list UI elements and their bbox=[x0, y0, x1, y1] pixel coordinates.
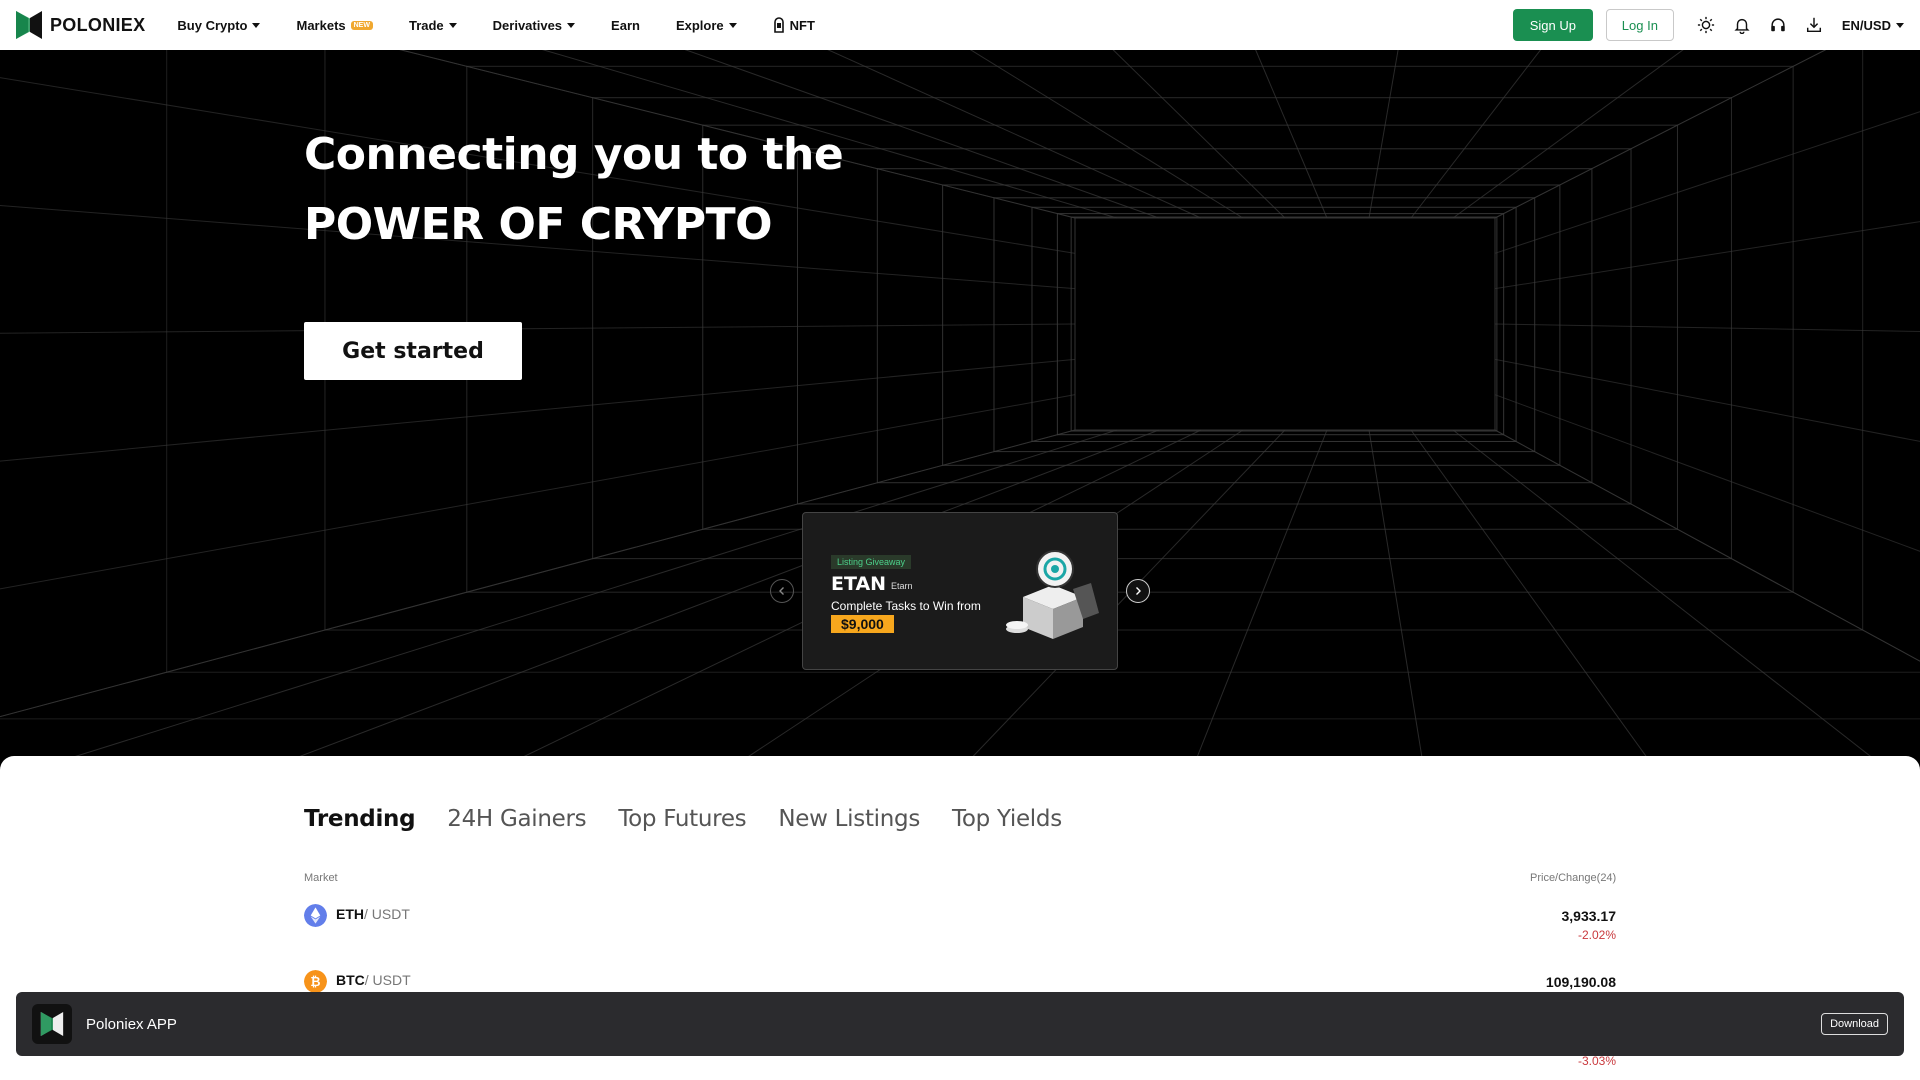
nav-trade[interactable]: Trade bbox=[409, 18, 457, 33]
pair-change: -3.03% bbox=[1577, 1054, 1616, 1068]
tab-top-yields[interactable]: Top Yields bbox=[952, 806, 1062, 832]
pair-change: -2.02% bbox=[1577, 928, 1616, 942]
hero-title-line1: Connecting you to the bbox=[304, 129, 844, 180]
get-started-button[interactable]: Get started bbox=[304, 322, 522, 380]
nav-markets[interactable]: Markets NEW bbox=[296, 17, 373, 33]
caret-down-icon bbox=[252, 22, 261, 28]
download-app-button[interactable] bbox=[1796, 9, 1832, 41]
pair-quote: / USDT bbox=[364, 906, 410, 922]
app-download-button[interactable]: Download bbox=[1821, 1013, 1888, 1035]
download-icon bbox=[1806, 17, 1821, 33]
headset-icon bbox=[1771, 18, 1785, 32]
caret-down-icon bbox=[448, 22, 457, 28]
nav-nft[interactable]: NFT bbox=[773, 17, 815, 33]
pair-base: ETH bbox=[336, 906, 364, 922]
banner-desc: Complete Tasks to Win from bbox=[831, 599, 981, 613]
banner-token-sub: Etarn bbox=[891, 581, 913, 591]
nav-derivatives[interactable]: Derivatives bbox=[492, 17, 576, 33]
sun-icon bbox=[1697, 16, 1714, 34]
chevron-right-icon bbox=[1136, 587, 1141, 595]
log-in-button[interactable]: Log In bbox=[1605, 9, 1674, 41]
carousel-next-button[interactable] bbox=[1126, 579, 1150, 603]
lang-label: EN/USD bbox=[1841, 17, 1891, 33]
app-name: Poloniex APP bbox=[86, 1015, 177, 1033]
poloniex-logo-icon bbox=[40, 1012, 64, 1036]
top-navbar: POLONIEX Buy Crypto Markets NEW Trade Der… bbox=[0, 0, 1920, 50]
nav-explore[interactable]: Explore bbox=[676, 18, 737, 33]
theme-toggle-button[interactable] bbox=[1688, 9, 1724, 41]
nft-icon bbox=[773, 17, 784, 33]
nav-label: NFT bbox=[789, 17, 815, 33]
nav-label: Explore bbox=[675, 17, 724, 33]
brand-logo[interactable]: POLONIEX bbox=[16, 11, 145, 39]
banner-box-illustration-icon bbox=[1006, 550, 1099, 639]
nav-label: Derivatives bbox=[492, 17, 563, 33]
hero-title-line2: POWER OF CRYPTO bbox=[304, 199, 773, 250]
column-header-price: Price/Change(24) bbox=[1530, 872, 1617, 884]
tab-24h-gainers[interactable]: 24H Gainers bbox=[447, 806, 586, 832]
table-row[interactable]: ETH/ USDT 3,933.17 -2.02% bbox=[304, 900, 1616, 952]
pair-name: ETH/ USDT bbox=[336, 906, 410, 922]
pair-quote: / USDT bbox=[364, 972, 411, 988]
new-badge: NEW bbox=[350, 20, 373, 30]
carousel-prev-button[interactable] bbox=[770, 579, 794, 603]
hero-title: Connecting you to the POWER OF CRYPTO bbox=[304, 120, 844, 260]
pair-price: 109,190.08 bbox=[1545, 974, 1616, 990]
tab-top-futures[interactable]: Top Futures bbox=[618, 806, 746, 832]
poloniex-logo-icon bbox=[16, 11, 42, 39]
caret-down-icon bbox=[567, 22, 576, 28]
chevron-left-icon bbox=[779, 587, 784, 595]
nav-label: Trade bbox=[408, 17, 444, 33]
language-currency-selector[interactable]: EN/USD bbox=[1842, 18, 1904, 33]
column-header-market: Market bbox=[304, 872, 338, 884]
hero-section: Connecting you to the POWER OF CRYPTO Ge… bbox=[0, 50, 1920, 770]
banner-tag: Listing Giveaway bbox=[831, 555, 912, 569]
nav-buy-crypto[interactable]: Buy Crypto bbox=[177, 17, 261, 33]
app-logo bbox=[32, 1004, 72, 1044]
nav-label: Buy Crypto bbox=[177, 17, 248, 33]
pair-base: BTC bbox=[336, 972, 365, 988]
btc-coin-icon: ₿ bbox=[304, 970, 327, 993]
header-actions: Sign Up Log In EN/USD bbox=[1512, 9, 1904, 41]
pair-name: BTC/ USDT bbox=[336, 972, 411, 988]
nav-earn[interactable]: Earn bbox=[611, 18, 640, 33]
promo-banner[interactable]: Listing Giveaway ETAN Etarn Complete Tas… bbox=[802, 512, 1118, 670]
banner-token: ETAN bbox=[831, 573, 887, 595]
banner-prize: $9,000 bbox=[831, 615, 894, 633]
tab-new-listings[interactable]: New Listings bbox=[778, 806, 920, 832]
tab-trending[interactable]: Trending bbox=[304, 806, 416, 832]
pair-price: 3,933.17 bbox=[1561, 908, 1617, 924]
caret-down-icon bbox=[728, 22, 737, 28]
bell-icon bbox=[1734, 18, 1750, 34]
app-download-bar: Poloniex APP Download bbox=[16, 992, 1904, 1056]
eth-coin-icon bbox=[304, 904, 327, 927]
main-nav: Buy Crypto Markets NEW Trade Derivatives … bbox=[177, 17, 851, 33]
svg-text:₿: ₿ bbox=[310, 974, 320, 989]
support-button[interactable] bbox=[1760, 9, 1796, 41]
sign-up-button[interactable]: Sign Up bbox=[1512, 9, 1593, 41]
nav-label: Markets bbox=[296, 17, 346, 33]
brand-name: POLONIEX bbox=[50, 14, 146, 35]
nav-label: Earn bbox=[611, 17, 640, 33]
notifications-button[interactable] bbox=[1724, 9, 1760, 41]
market-tabs: Trending 24H Gainers Top Futures New Lis… bbox=[304, 806, 1062, 832]
caret-down-icon bbox=[1896, 22, 1904, 28]
